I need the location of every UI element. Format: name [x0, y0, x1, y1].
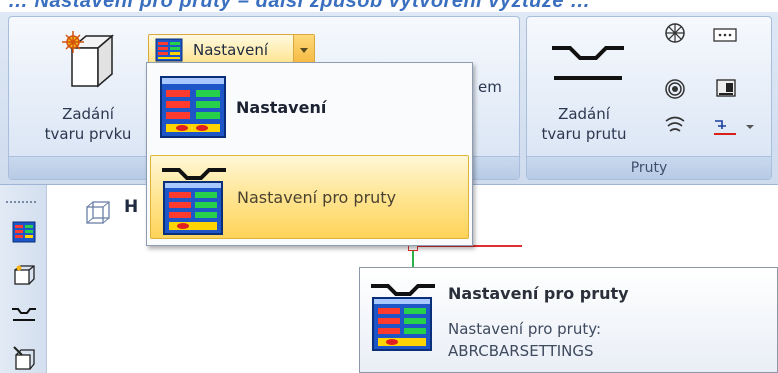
menu-item-bar-settings[interactable]: Nastavení pro pruty — [150, 155, 469, 239]
chip-icon[interactable] — [714, 76, 736, 98]
view-tab-label[interactable]: H — [124, 197, 138, 217]
bar-shape-button-label: Zadání tvaru prutu — [532, 104, 636, 144]
label-line1: Zadání — [558, 105, 610, 123]
title-text: … Nastavení pro pruty – další způsob vyt… — [8, 0, 591, 12]
label-line2: tvaru prvku — [44, 125, 132, 143]
tab-cube-icon — [86, 201, 110, 224]
tooltip-desc-line2: ABRCBARSETTINGS — [448, 342, 594, 360]
bar-settings-icon — [162, 168, 226, 235]
element-shape-button-label: Zadání tvaru prvku — [38, 104, 138, 144]
element-shape-button[interactable]: Zadání tvaru prvku — [38, 22, 142, 162]
spiral-pattern-icon[interactable] — [664, 22, 686, 44]
box-edit-icon[interactable] — [12, 263, 36, 287]
red-symbol-icon[interactable] — [712, 115, 760, 137]
bar-settings-icon — [371, 284, 435, 351]
bar-shape-icon — [552, 46, 624, 80]
box-cut-icon[interactable] — [12, 345, 36, 371]
chevron-down-icon — [300, 48, 308, 53]
tooltip-description: Nastavení pro pruty: ABRCBARSETTINGS — [448, 318, 601, 362]
concentric-rings-icon[interactable] — [664, 78, 686, 100]
tooltip-desc-line1: Nastavení pro pruty: — [448, 320, 602, 338]
menu-item-settings[interactable]: Nastavení — [150, 66, 469, 150]
settings-grid-icon — [160, 76, 226, 138]
bar-shape-button[interactable]: Zadání tvaru prutu — [532, 22, 640, 162]
partially-hidden-label: em — [478, 78, 502, 96]
toolbar-grip — [6, 201, 36, 205]
left-toolbar — [0, 185, 47, 373]
settings-grid-icon — [155, 38, 183, 62]
box-with-star-icon — [62, 31, 115, 88]
tooltip: Nastavení pro pruty Nastavení pro pruty:… — [359, 267, 778, 373]
label-line1: Zadání — [62, 105, 114, 123]
dotted-box-icon[interactable] — [712, 24, 738, 46]
settings-grid-icon[interactable] — [12, 221, 36, 243]
bar-shape-icon[interactable] — [11, 303, 37, 325]
dropdown-arrow[interactable] — [293, 35, 314, 65]
label-line2: tvaru prutu — [541, 125, 627, 143]
wave-icon[interactable] — [664, 115, 686, 137]
menu-item-bar-settings-label: Nastavení pro pruty — [237, 188, 397, 207]
tooltip-title: Nastavení pro pruty — [448, 284, 629, 303]
settings-dropdown-menu: Nastavení Nastavení pro pruty — [146, 62, 473, 246]
settings-dropdown-label: Nastavení — [193, 41, 269, 59]
title-bar: … Nastavení pro pruty – další způsob vyt… — [0, 0, 778, 12]
menu-item-settings-label: Nastavení — [236, 98, 327, 117]
